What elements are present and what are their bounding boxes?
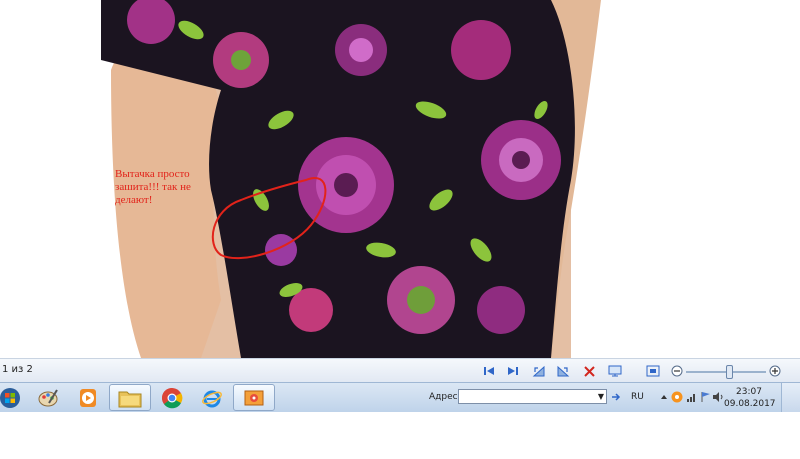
zoom-slider-thumb[interactable] [726,365,733,379]
chrome-icon[interactable] [151,384,193,411]
delete-icon[interactable] [581,363,597,379]
show-hidden-icons-icon[interactable] [658,391,670,403]
address-input[interactable] [458,389,607,404]
taskbar: Адрес ▼ RU 23:07 09.08.2017 [0,382,800,412]
first-page-icon[interactable] [481,363,497,379]
flag-icon[interactable] [700,391,712,403]
rotate-left-icon[interactable] [531,363,547,379]
show-desktop-button[interactable] [781,383,800,412]
next-page-icon[interactable] [505,363,521,379]
volume-icon[interactable] [712,391,724,403]
rotate-right-icon[interactable] [555,363,571,379]
clock-date: 09.08.2017 [724,399,776,409]
annotation-text: Вытачка просто зашита!!! так не делают! [115,168,191,206]
page-counter: 1 из 2 [2,364,33,375]
fit-window-icon[interactable] [645,363,661,379]
slideshow-icon[interactable] [607,363,623,379]
zoom-in-icon[interactable] [767,363,783,379]
zoom-out-icon[interactable] [669,363,685,379]
address-go-icon[interactable] [610,391,622,403]
media-player-icon[interactable] [67,384,109,411]
clock[interactable]: 23:07 09.08.2017 [724,386,776,410]
internet-explorer-icon[interactable] [191,384,233,411]
network-icon[interactable] [686,391,698,403]
address-label: Адрес [429,392,458,402]
address-dropdown-icon[interactable]: ▼ [596,390,606,403]
image-viewer-icon[interactable] [233,384,275,411]
paint-icon[interactable] [27,384,69,411]
clock-time: 23:07 [736,387,762,397]
avast-icon[interactable] [671,391,683,403]
file-explorer-icon[interactable] [109,384,151,411]
viewer-toolbar: 1 из 2 [0,358,800,382]
address-value [459,398,461,408]
image-viewer: Вытачка просто зашита!!! так не делают! [0,0,800,358]
language-indicator[interactable]: RU [631,392,644,402]
start-orb[interactable] [0,384,24,411]
